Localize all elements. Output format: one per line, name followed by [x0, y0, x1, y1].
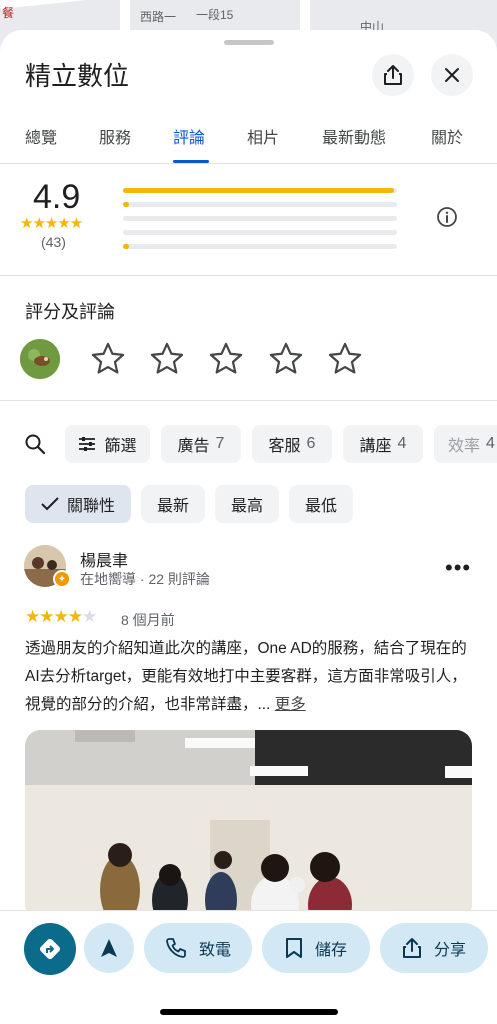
tab-photos[interactable]: 相片: [247, 124, 279, 148]
share-label: 分享: [433, 942, 466, 959]
home-indicator[interactable]: [160, 1009, 338, 1015]
review-star-icon: ★: [39, 607, 54, 626]
review-star-icon: ★: [82, 607, 97, 626]
tab-reviews[interactable]: 評論: [173, 124, 205, 148]
directions-button[interactable]: [24, 923, 76, 975]
chip-label: 效率: [448, 438, 481, 455]
topic-chip-service[interactable]: 客服 6: [252, 425, 332, 463]
chip-count: 4: [397, 435, 407, 452]
review-text: 透過朋友的介紹知道此次的講座，One AD的服務，結合了現在的AI去分析targ…: [25, 635, 475, 719]
review-photo[interactable]: [25, 730, 472, 920]
review-photo-image: [25, 730, 472, 920]
sort-chip-highest[interactable]: 最高: [215, 485, 279, 523]
close-button[interactable]: [431, 54, 473, 96]
sort-chip-newest[interactable]: 最新: [141, 485, 205, 523]
review-body: 透過朋友的介紹知道此次的講座，One AD的服務，結合了現在的AI去分析targ…: [25, 640, 467, 713]
share-icon: [384, 65, 402, 85]
call-button[interactable]: 致電: [144, 923, 252, 973]
reviewer-meta: 在地嚮導 · 22 則評論: [80, 571, 210, 587]
rate-star-4-icon[interactable]: [267, 340, 305, 378]
reviewer-name[interactable]: 楊晨聿: [80, 547, 128, 571]
topic-chip-seminar[interactable]: 講座 4: [343, 425, 423, 463]
tab-services[interactable]: 服務: [99, 124, 131, 148]
map-label: 西路一: [140, 10, 177, 24]
chip-count: 7: [215, 435, 225, 452]
tab-bar: 總覽 服務 評論 相片 最新動態 關於: [0, 122, 497, 164]
rate-star-5-icon[interactable]: [326, 340, 364, 378]
review-star-icon: ★: [25, 607, 40, 626]
filter-chip[interactable]: 篩選: [65, 425, 150, 463]
review-date: 8 個月前: [121, 612, 175, 628]
review-star-icon: ★: [67, 607, 83, 626]
chip-label: 廣告: [177, 438, 210, 455]
save-label: 儲存: [314, 942, 347, 959]
review-star-icon: ★: [53, 607, 69, 626]
tab-about[interactable]: 關於: [431, 124, 463, 148]
chip-label: 最新: [156, 498, 189, 515]
rating-count: (43): [41, 234, 66, 250]
rating-bar-1: [123, 244, 397, 249]
sort-chip-lowest[interactable]: 最低: [289, 485, 353, 523]
chip-label: 最低: [304, 498, 337, 515]
chip-count: 4: [486, 435, 495, 452]
rating-bar-5: [123, 188, 397, 193]
phone-icon: [166, 938, 186, 958]
rate-section-title: 評分及評論: [25, 302, 115, 322]
call-label: 致電: [198, 942, 231, 959]
chip-count: 6: [306, 435, 316, 452]
rating-bar-2: [123, 230, 397, 235]
active-tab-indicator: [173, 160, 209, 163]
rating-bar-fill: [123, 188, 395, 193]
rating-summary: 4.9 ★★★★★ (43): [0, 164, 497, 276]
rating-bar-fill: [123, 202, 130, 207]
topic-chip-ads[interactable]: 廣告 7: [161, 425, 241, 463]
rating-stars: ★★★★★: [20, 215, 83, 232]
chip-label: 講座: [359, 438, 392, 455]
info-icon[interactable]: [436, 206, 458, 228]
place-title: 精立數位: [25, 61, 130, 91]
average-rating: 4.9: [33, 178, 81, 216]
tune-icon: [79, 437, 96, 451]
save-button[interactable]: 儲存: [262, 923, 370, 973]
rate-star-3-icon[interactable]: [207, 340, 245, 378]
share-icon: [402, 938, 421, 958]
local-guide-badge-icon: ✦: [53, 570, 71, 588]
place-bottom-sheet: 精立數位 總覽 服務 評論 相片 最新動態 關於 4.9 ★★★★★ (43): [0, 30, 497, 1024]
drag-handle[interactable]: [224, 40, 274, 45]
rating-bar-3: [123, 216, 397, 221]
map-label: 一段15: [196, 8, 234, 22]
chip-label: 客服: [268, 438, 301, 455]
rating-bar-4: [123, 202, 397, 207]
chip-label: 最高: [230, 498, 263, 515]
tab-updates[interactable]: 最新動態: [322, 124, 386, 148]
review-stars: ★★★★★: [25, 607, 97, 627]
share-action-button[interactable]: 分享: [380, 923, 488, 973]
tab-overview[interactable]: 總覽: [25, 124, 57, 148]
directions-icon: [39, 938, 61, 960]
close-icon: [445, 68, 459, 82]
rate-star-2-icon[interactable]: [148, 340, 186, 378]
share-button[interactable]: [372, 54, 414, 96]
avatar: [20, 339, 60, 379]
chip-label: 關聯性: [66, 498, 115, 515]
navigate-arrow-icon: [101, 939, 117, 957]
check-icon: [41, 497, 59, 511]
rate-star-1-icon[interactable]: [89, 340, 127, 378]
start-navigation-button[interactable]: [84, 923, 134, 973]
topic-chip-efficiency[interactable]: 效率 4: [434, 425, 497, 463]
bookmark-icon: [285, 938, 302, 958]
user-avatar-image: [20, 339, 60, 379]
map-label: 餐: [2, 6, 15, 20]
sort-chip-relevance[interactable]: 關聯性: [25, 485, 131, 523]
rating-bar-fill: [123, 244, 130, 249]
search-icon[interactable]: [24, 433, 46, 455]
more-link[interactable]: 更多: [275, 696, 306, 713]
divider: [0, 400, 497, 401]
more-options-icon[interactable]: •••: [445, 555, 471, 581]
filter-label: 篩選: [104, 438, 137, 455]
action-bar: 致電 儲存 分享: [0, 910, 497, 1024]
